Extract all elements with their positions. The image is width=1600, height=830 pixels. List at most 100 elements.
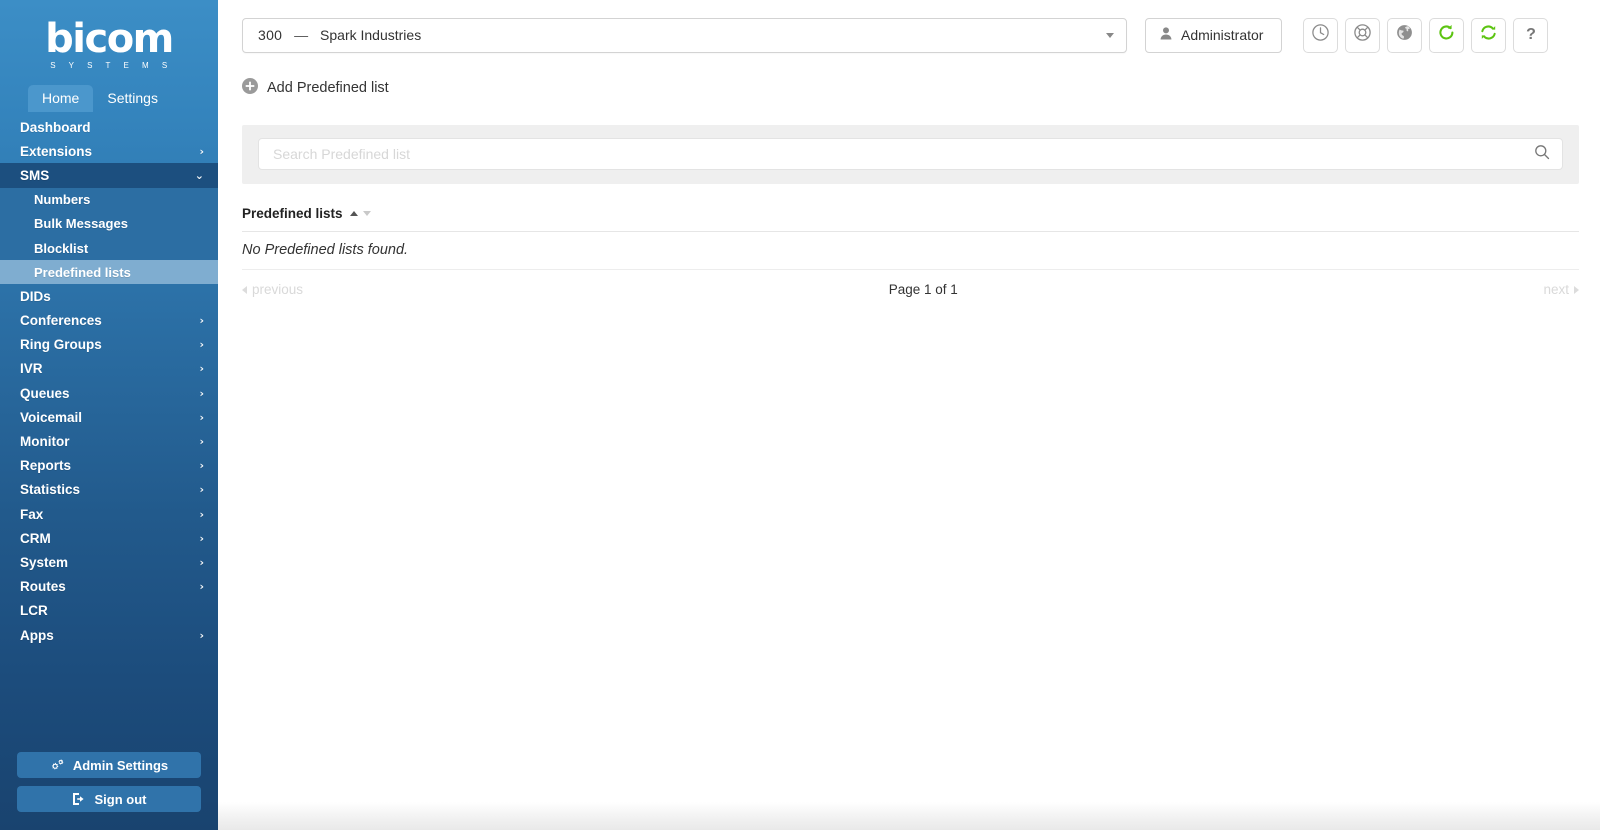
sort-descending-icon[interactable] (362, 211, 371, 216)
next-page-label: next (1543, 282, 1569, 297)
sidebar-item-label: Fax (20, 506, 44, 522)
reload-icon (1437, 23, 1456, 47)
sidebar-item-lcr[interactable]: LCR (0, 599, 218, 623)
sidebar-item-predefined-lists[interactable]: Predefined lists (0, 260, 218, 285)
clock-icon-button[interactable] (1303, 17, 1339, 53)
sidebar-item-label: Monitor (20, 434, 70, 450)
plus-circle-icon (242, 78, 258, 98)
user-label: Administrator (1181, 27, 1264, 43)
sidebar-footer: Admin Settings Sign out (0, 744, 218, 830)
chevron-left-icon (242, 285, 247, 294)
sidebar-item-conferences[interactable]: Conferences › (0, 309, 218, 333)
sidebar-item-label: System (20, 554, 69, 570)
sidebar-item-bulk-messages[interactable]: Bulk Messages (0, 211, 218, 236)
sidebar-item-label: Dashboard (20, 119, 91, 135)
sidebar-item-label: LCR (20, 603, 48, 619)
sidebar-item-dashboard[interactable]: Dashboard (0, 115, 218, 139)
chevron-right-icon: › (199, 314, 204, 328)
sidebar-item-apps[interactable]: Apps › (0, 623, 218, 647)
brand-tagline: S Y S T E M S (50, 60, 173, 70)
chevron-right-icon: › (199, 338, 204, 352)
sort-controls[interactable] (349, 211, 371, 216)
search-box[interactable] (258, 138, 1563, 170)
help-icon: ? (1526, 26, 1536, 43)
sidebar-item-ivr[interactable]: IVR › (0, 357, 218, 381)
sync-icon-button[interactable] (1471, 17, 1507, 53)
gears-icon (50, 758, 65, 772)
add-predefined-list-label: Add Predefined list (267, 80, 389, 96)
sidebar-item-label: IVR (20, 361, 43, 377)
sidebar-tabs: Home Settings (0, 82, 218, 112)
globe-icon (1395, 23, 1414, 47)
sync-icon (1479, 23, 1498, 47)
admin-settings-button[interactable]: Admin Settings (17, 752, 201, 778)
sidebar-item-ring-groups[interactable]: Ring Groups › (0, 333, 218, 357)
company-selector[interactable]: 300 — Spark Industries (242, 17, 1127, 53)
sidebar-item-routes[interactable]: Routes › (0, 575, 218, 599)
pagination: previous Page 1 of 1 next (242, 270, 1579, 297)
tab-home[interactable]: Home (28, 85, 94, 112)
sidebar-item-fax[interactable]: Fax › (0, 502, 218, 526)
sidebar-item-monitor[interactable]: Monitor › (0, 429, 218, 453)
sort-ascending-icon[interactable] (349, 211, 358, 216)
company-name: Spark Industries (320, 27, 422, 43)
sidebar-item-label: Numbers (34, 192, 91, 208)
sidebar-item-system[interactable]: System › (0, 550, 218, 574)
sidebar-item-label: Ring Groups (20, 337, 102, 353)
search-icon[interactable] (1534, 144, 1550, 165)
chevron-right-icon: › (199, 580, 204, 594)
page-indicator: Page 1 of 1 (888, 282, 958, 297)
sign-out-button[interactable]: Sign out (17, 786, 201, 812)
sidebar-item-sms[interactable]: SMS ⌄ (0, 163, 218, 188)
add-predefined-list-button[interactable]: Add Predefined list (242, 78, 389, 98)
table-column-header[interactable]: Predefined lists (242, 206, 1579, 232)
sidebar-item-crm[interactable]: CRM › (0, 526, 218, 550)
sidebar-item-label: Statistics (20, 482, 81, 498)
sidebar-item-blocklist[interactable]: Blocklist (0, 235, 218, 261)
reload-icon-button[interactable] (1429, 17, 1465, 53)
previous-page-label: previous (252, 282, 304, 297)
sidebar: bicom S Y S T E M S Home Settings Dashbo… (0, 0, 218, 830)
sidebar-item-queues[interactable]: Queues › (0, 381, 218, 405)
lifebuoy-icon (1353, 23, 1372, 47)
sidebar-item-statistics[interactable]: Statistics › (0, 478, 218, 502)
clock-icon (1311, 23, 1330, 47)
search-input[interactable] (273, 146, 1534, 162)
chevron-right-icon: › (199, 483, 204, 497)
sidebar-item-label: Apps (20, 627, 54, 643)
chevron-right-icon: › (199, 144, 204, 158)
sidebar-item-label: Predefined lists (34, 264, 131, 280)
user-account-button[interactable]: Administrator (1145, 17, 1283, 53)
sidebar-item-label: Reports (20, 458, 72, 474)
next-page-button[interactable]: next (1543, 282, 1579, 297)
previous-page-button[interactable]: previous (242, 282, 303, 297)
brand-name: bicom (45, 15, 174, 62)
top-bar: 300 — Spark Industries Administrator ? (218, 0, 1600, 70)
sidebar-item-label: Bulk Messages (34, 216, 128, 232)
chevron-right-icon: › (199, 435, 204, 449)
sidebar-item-label: SMS (20, 167, 50, 183)
sidebar-item-numbers[interactable]: Numbers (0, 187, 218, 212)
tab-settings[interactable]: Settings (93, 85, 172, 112)
help-icon-button[interactable]: ? (1513, 17, 1549, 53)
lifebuoy-icon-button[interactable] (1345, 17, 1381, 53)
empty-state-message: No Predefined lists found. (242, 232, 1579, 270)
sidebar-item-label: Extensions (20, 143, 93, 159)
sidebar-item-label: Voicemail (20, 409, 83, 425)
company-number: 300 (258, 27, 283, 43)
user-icon (1160, 27, 1172, 43)
globe-icon-button[interactable] (1387, 17, 1423, 53)
footer-strip (218, 802, 1600, 830)
sidebar-item-extensions[interactable]: Extensions › (0, 139, 218, 163)
chevron-right-icon (1574, 285, 1579, 294)
sidebar-item-dids[interactable]: DIDs (0, 284, 218, 308)
brand-logo[interactable]: bicom S Y S T E M S (0, 0, 218, 82)
chevron-right-icon: › (199, 628, 204, 642)
action-row: Add Predefined list (218, 70, 1600, 106)
sidebar-item-reports[interactable]: Reports › (0, 454, 218, 478)
sidebar-nav: Dashboard Extensions › SMS ⌄ Numbers Bulk Mess… (0, 112, 218, 744)
sidebar-item-label: Blocklist (34, 240, 89, 256)
chevron-right-icon: › (199, 386, 204, 400)
chevron-right-icon: › (199, 362, 204, 376)
sidebar-item-voicemail[interactable]: Voicemail › (0, 405, 218, 429)
